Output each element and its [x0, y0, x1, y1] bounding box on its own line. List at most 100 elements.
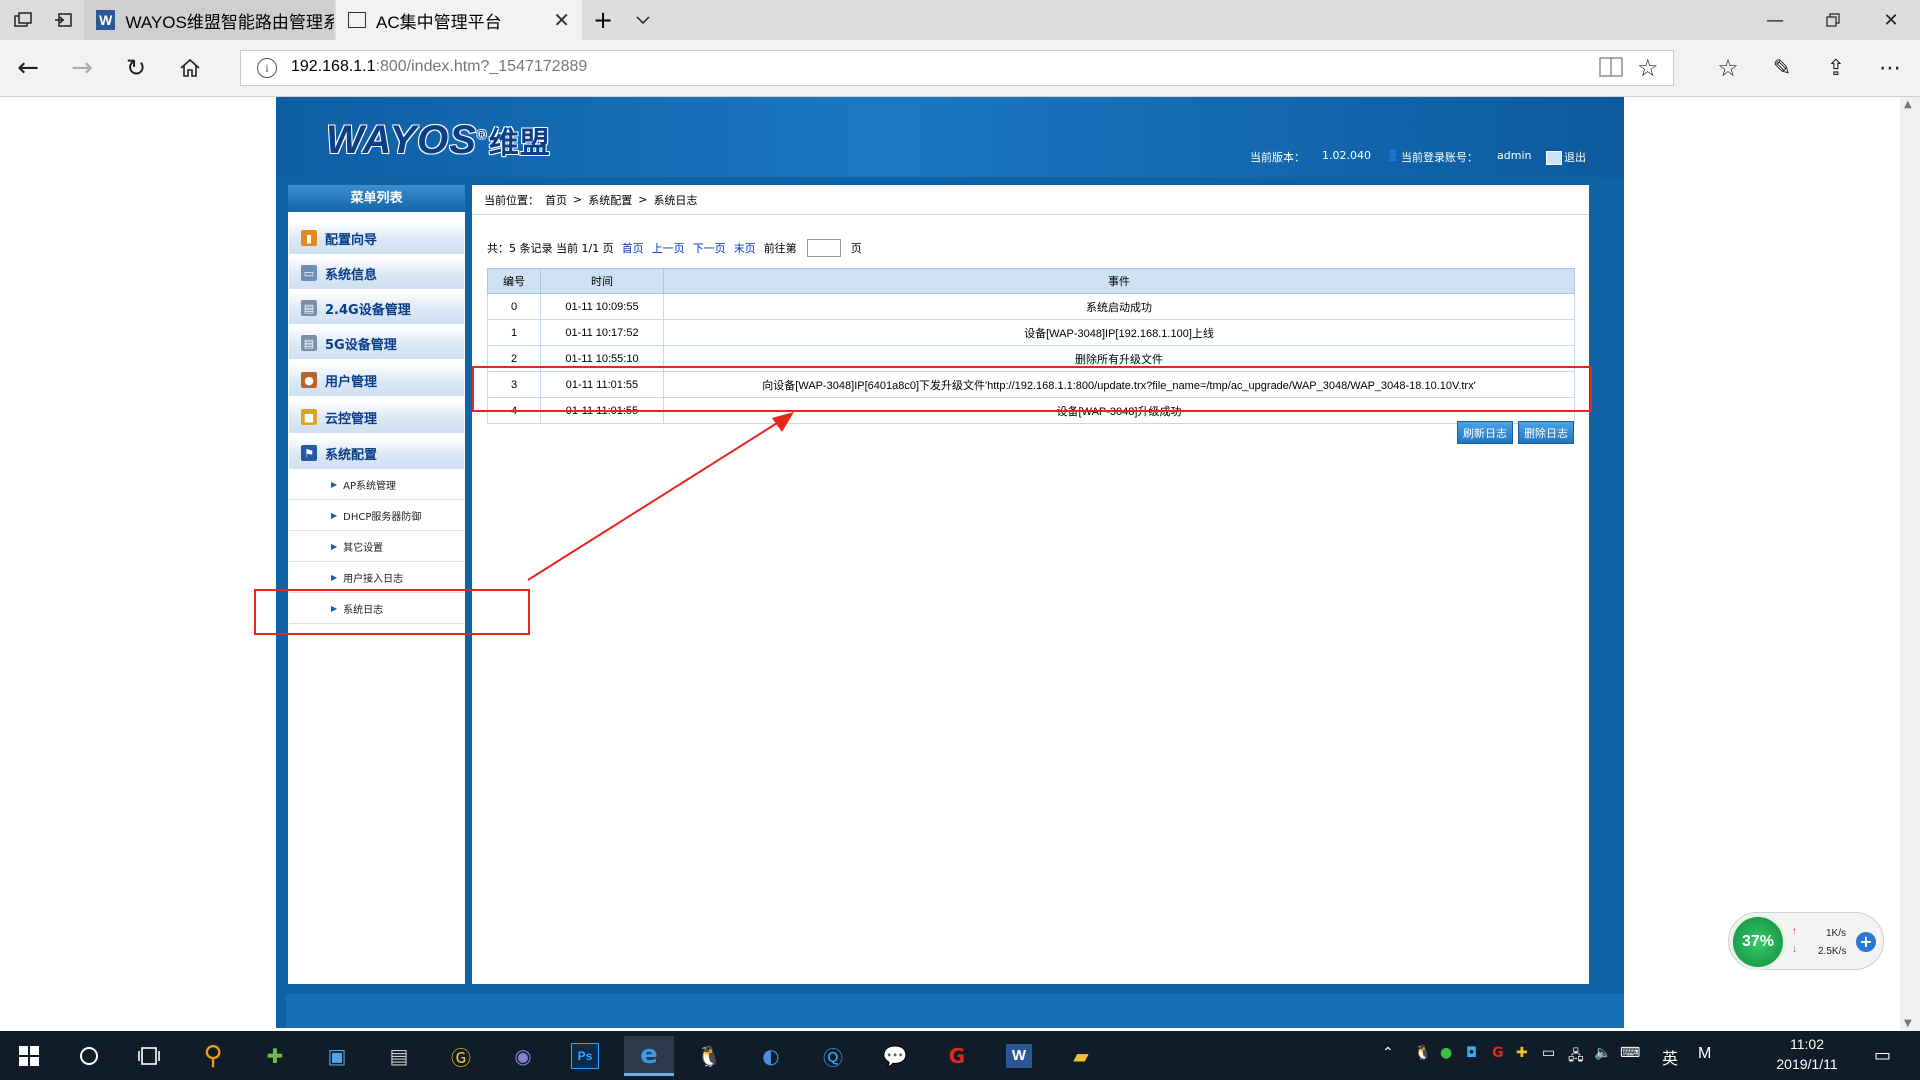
- user-icon: ●: [301, 372, 317, 388]
- pen-icon[interactable]: ✎: [1760, 48, 1804, 88]
- sidebar-item-5g-devices[interactable]: ▤ 5G设备管理: [289, 327, 464, 360]
- more-icon[interactable]: ⋯: [1868, 48, 1912, 88]
- logout-label: 退出: [1564, 151, 1586, 164]
- annotation-box-system-log: [254, 589, 530, 635]
- close-window-icon[interactable]: ✕: [1862, 0, 1920, 40]
- url-text: 192.168.1.1:800/index.htm?_1547172889: [291, 58, 588, 75]
- volume-icon[interactable]: 🔈: [1594, 1045, 1611, 1061]
- favorite-star-icon[interactable]: ☆: [1637, 54, 1659, 82]
- qq-browser-icon[interactable]: Ⓠ: [810, 1036, 856, 1076]
- favorites-list-icon[interactable]: ☆: [1706, 48, 1750, 88]
- subitem-ap-system[interactable]: ▶ AP系统管理: [289, 470, 464, 500]
- lock-icon: ■: [301, 409, 317, 425]
- subitem-dhcp-defense[interactable]: ▶ DHCP服务器防御: [289, 501, 464, 531]
- info-icon[interactable]: i: [257, 58, 277, 78]
- breadcrumb-home[interactable]: 首页: [545, 192, 567, 208]
- clock-time: 11:02: [1790, 1036, 1824, 1052]
- restore-icon[interactable]: [1804, 0, 1862, 40]
- reading-view-icon[interactable]: [1599, 56, 1623, 81]
- refresh-log-button[interactable]: 刷新日志: [1457, 421, 1513, 444]
- pager: 共：5 条记录 当前 1/1 页 首页 上一页 下一页 末页 前往第 页: [487, 239, 862, 257]
- add-icon[interactable]: +: [1856, 932, 1876, 952]
- scroll-up-icon[interactable]: ▲: [1904, 99, 1912, 110]
- file-explorer-icon[interactable]: ▰: [1058, 1036, 1104, 1076]
- wayos-logo: WAYOS®维盟: [326, 118, 551, 162]
- home-icon[interactable]: [168, 48, 212, 88]
- share-icon[interactable]: ⇪: [1814, 48, 1858, 88]
- edge-browser-icon[interactable]: e: [624, 1036, 674, 1076]
- windows-start-icon[interactable]: [6, 1036, 52, 1076]
- tray-g-icon[interactable]: G: [1492, 1045, 1504, 1061]
- account-value: admin: [1497, 149, 1532, 162]
- sidebar-item-user-management[interactable]: ● 用户管理: [289, 364, 464, 397]
- printer-app-icon[interactable]: ▤: [376, 1036, 422, 1076]
- tab-wayos-router[interactable]: W WAYOS维盟智能路由管理系: [84, 0, 334, 40]
- tray-wechat-icon[interactable]: ●: [1440, 1045, 1452, 1061]
- goto-suffix: 页: [850, 242, 862, 255]
- first-page-link[interactable]: 首页: [622, 240, 644, 256]
- next-page-link[interactable]: 下一页: [693, 240, 726, 256]
- chevron-down-icon[interactable]: [620, 0, 666, 40]
- user-icon: 👤: [1386, 149, 1400, 162]
- search-app-icon[interactable]: ⚲: [190, 1036, 236, 1076]
- back-icon[interactable]: ←: [6, 48, 50, 88]
- task-view-icon[interactable]: [126, 1036, 172, 1076]
- delete-log-button[interactable]: 删除日志: [1518, 421, 1574, 444]
- g-app-icon[interactable]: Ⓖ: [438, 1036, 484, 1076]
- search-circle-icon[interactable]: [66, 1036, 112, 1076]
- vertical-scrollbar[interactable]: ▲ ▼: [1900, 97, 1920, 1031]
- sidebar-item-24g-devices[interactable]: ▤ 2.4G设备管理: [289, 292, 464, 325]
- tab-ac-platform[interactable]: AC集中管理平台 ✕: [336, 0, 582, 40]
- cell-time: 01-11 10:09:55: [540, 293, 664, 320]
- tab-title: WAYOS维盟智能路由管理系: [125, 12, 334, 32]
- breadcrumb-separator: >: [573, 193, 583, 206]
- ime-language[interactable]: 英: [1662, 1045, 1678, 1069]
- clock[interactable]: 11:02 2019/1/11: [1762, 1034, 1852, 1074]
- refresh-icon[interactable]: ↻: [114, 48, 158, 88]
- subitem-label: AP系统管理: [343, 481, 397, 492]
- battery-icon[interactable]: ▭: [1542, 1045, 1555, 1061]
- upload-speed: 1K/s: [1826, 928, 1847, 939]
- sidebar-item-system-config[interactable]: ⚑ 系统配置: [289, 437, 464, 470]
- sidebar-title: 菜单列表: [288, 185, 465, 212]
- flag-icon: ⚑: [301, 445, 317, 461]
- wizard-icon: ▮: [301, 230, 317, 246]
- tray-plus-icon[interactable]: ✚: [1516, 1045, 1528, 1061]
- scroll-down-icon[interactable]: ▼: [1904, 1018, 1912, 1029]
- page-number-input[interactable]: [806, 239, 841, 257]
- eclipse-app-icon[interactable]: ◉: [500, 1036, 546, 1076]
- word-app-icon[interactable]: W: [996, 1036, 1042, 1076]
- tray-qq-icon[interactable]: 🐧: [1414, 1045, 1431, 1061]
- table-row: 1 01-11 10:17:52 设备[WAP-3048]IP[192.168.…: [487, 319, 1575, 346]
- wechat-icon[interactable]: 💬: [872, 1036, 918, 1076]
- qq-icon[interactable]: 🐧: [686, 1036, 732, 1076]
- tools-app-icon[interactable]: ✚: [252, 1036, 298, 1076]
- forward-icon[interactable]: →: [60, 48, 104, 88]
- subitem-other-settings[interactable]: ▶ 其它设置: [289, 532, 464, 562]
- set-tabs-aside-icon[interactable]: [40, 0, 86, 40]
- sidebar-item-system-info[interactable]: ▭ 系统信息: [289, 257, 464, 290]
- photoshop-icon[interactable]: Ps: [562, 1036, 608, 1076]
- logout-link[interactable]: 退出: [1546, 149, 1586, 165]
- last-page-link[interactable]: 末页: [734, 240, 756, 256]
- cell-event: 系统启动成功: [663, 293, 1575, 320]
- breadcrumb-section[interactable]: 系统配置: [588, 192, 632, 208]
- minimize-icon[interactable]: —: [1746, 0, 1804, 40]
- close-tab-icon[interactable]: ✕: [553, 8, 570, 33]
- page-footer: [286, 994, 1624, 1028]
- browser-app-icon[interactable]: ◐: [748, 1036, 794, 1076]
- network-icon[interactable]: 🖧: [1568, 1045, 1584, 1069]
- prev-page-link[interactable]: 上一页: [652, 240, 685, 256]
- sidebar-item-config-wizard[interactable]: ▮ 配置向导: [289, 222, 464, 255]
- address-bar[interactable]: i 192.168.1.1:800/index.htm?_1547172889 …: [240, 50, 1674, 86]
- computer-app-icon[interactable]: ▣: [314, 1036, 360, 1076]
- tray-app-icon[interactable]: ◘: [1466, 1045, 1477, 1061]
- tray-chevron-up-icon[interactable]: ⌃: [1382, 1045, 1394, 1061]
- notification-icon[interactable]: ▭: [1874, 1045, 1891, 1066]
- sidebar-item-cloud-control[interactable]: ■ 云控管理: [289, 401, 464, 434]
- device-icon: ▤: [301, 300, 317, 316]
- keyboard-icon[interactable]: ⌨: [1620, 1045, 1640, 1061]
- sidebar-item-label: 5G设备管理: [325, 337, 397, 353]
- ime-mode[interactable]: M: [1698, 1045, 1711, 1063]
- g-red-app-icon[interactable]: G: [934, 1036, 980, 1076]
